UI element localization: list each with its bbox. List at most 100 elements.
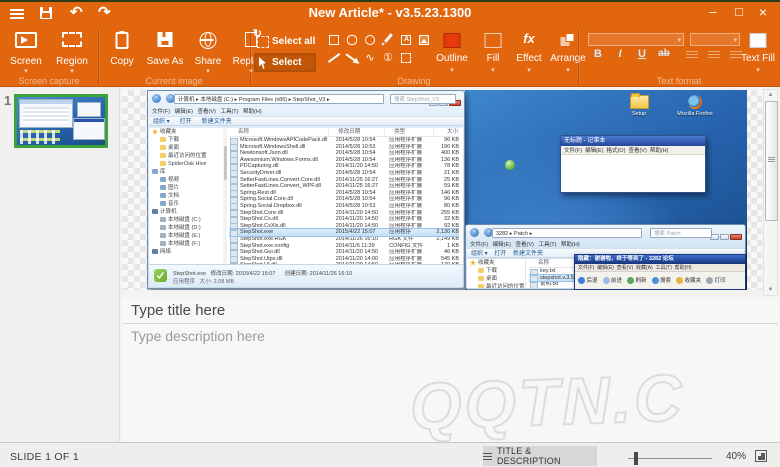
minimize-button[interactable]: – — [702, 4, 724, 19]
file-row[interactable]: StepShot.CsXls.dll2014/11/20 14:50应用程序扩展… — [229, 223, 459, 230]
description-field[interactable]: Type description here — [131, 328, 265, 344]
scroll-down-icon[interactable]: ▼ — [764, 287, 777, 293]
column-name[interactable]: 大小 — [434, 128, 459, 136]
breadcrumb[interactable]: 3282 ▸ Patch ▸ — [492, 228, 642, 238]
back-icon[interactable]: ‹ — [152, 94, 161, 103]
tree-item[interactable]: 本地磁盘 (C:) — [149, 216, 223, 224]
close-button[interactable]: × — [752, 4, 774, 20]
underline-button[interactable]: U — [634, 48, 650, 60]
file-row[interactable]: Microsoft.WindowsAPICodePack.dll2014/5/2… — [229, 137, 459, 144]
tree-item[interactable]: 收藏夹 — [467, 259, 525, 267]
tree-scrollbar[interactable] — [223, 128, 227, 265]
notepad-menu[interactable]: 文件(F) 编辑(E) 格式(O) 查看(V) 帮助(H) — [561, 146, 705, 155]
file-row[interactable]: StepShot.exe.config2014/11/6 11:39CONFIG… — [229, 243, 459, 250]
canvas-scrollbar[interactable]: ▲ ▼ — [763, 89, 778, 296]
forum-toolbar-button[interactable]: 打印 — [706, 276, 726, 284]
italic-button[interactable]: I — [612, 48, 628, 60]
forum-toolbar-button[interactable]: 后退 — [578, 276, 598, 284]
tree-item[interactable]: SpiderOak Hive — [149, 160, 223, 168]
tree-item[interactable]: 视频 — [149, 176, 223, 184]
scroll-up-icon[interactable]: ▲ — [764, 92, 777, 98]
bold-button[interactable]: B — [590, 48, 606, 60]
tree-item[interactable]: 最近访问的位置 — [467, 283, 525, 288]
file-row[interactable]: StepShot.exe2015/4/22 15:07应用程序2,130 KB — [229, 229, 459, 236]
slide-thumbnail[interactable] — [14, 94, 108, 148]
file-row[interactable]: SetterFastLines.Convert_WPF.dll2014/11/2… — [229, 183, 459, 190]
tree-item[interactable]: 网络 — [149, 248, 223, 256]
save-as-button[interactable]: Save As — [142, 29, 188, 77]
select-all-button[interactable]: Select all — [254, 32, 316, 51]
desktop-icon-folder[interactable]: Setup — [617, 95, 661, 117]
font-size-combobox[interactable]: ▾ — [690, 33, 740, 46]
column-name[interactable]: 名称 — [229, 128, 329, 136]
file-row[interactable]: StepShot.exe.RGK2014/11/26 16:10RGK 文件2,… — [229, 236, 459, 243]
tree-item[interactable]: 桌面 — [467, 275, 525, 283]
address-bar[interactable]: ‹ › 计算机 ▸ 本地磁盘 (C:) ▸ Program Files (x86… — [152, 94, 460, 105]
file-row[interactable]: PDCapturing.dll2014/11/20 14:50应用程序扩展78 … — [229, 163, 459, 170]
search-input[interactable]: 搜索 Patch — [650, 228, 712, 238]
shape-tool-button[interactable] — [362, 32, 378, 48]
file-row[interactable]: StepShot.Gui.dll2014/11/20 14:50应用程序扩展46… — [229, 249, 459, 256]
align-left-icon[interactable] — [686, 51, 698, 59]
menu-bar[interactable]: 文件(F) 编辑(E) 查看(V) 工具(T) 帮助(H) — [470, 240, 580, 248]
tree-item[interactable]: 本地磁盘 (F:) — [149, 240, 223, 248]
file-row[interactable]: Microsoft.WindowsShell.dll2014/5/28 10:5… — [229, 144, 459, 151]
fit-to-window-icon[interactable] — [755, 450, 767, 462]
notepad-window[interactable]: 无标题 - 记事本 文件(F) 编辑(E) 格式(O) 查看(V) 帮助(H) — [560, 135, 706, 193]
desktop-icon-firefox[interactable]: Mozilla Firefox — [673, 95, 717, 117]
tree-item[interactable]: 本地磁盘 (E:) — [149, 232, 223, 240]
strikethrough-button[interactable]: ab — [656, 48, 672, 59]
copy-button[interactable]: Copy — [102, 29, 142, 77]
forum-toolbar-button[interactable]: 搜索 — [652, 276, 672, 284]
search-input[interactable]: 搜索 StepShot_V3 — [390, 94, 456, 104]
font-family-combobox[interactable]: ▾ — [588, 33, 684, 46]
breadcrumb[interactable]: 计算机 ▸ 本地磁盘 (C:) ▸ Program Files (x86) ▸ … — [174, 94, 384, 104]
file-row[interactable]: Spring.Rest.dll2014/5/28 10:54应用程序扩展146 … — [229, 190, 459, 197]
maximize-button[interactable]: □ — [728, 4, 750, 19]
forum-toolbar-button[interactable]: 收藏夹 — [676, 276, 701, 284]
command-bar[interactable]: 组织 ▾ 打开 新建文件夹 — [149, 116, 463, 126]
zoom-slider-thumb[interactable] — [634, 452, 638, 465]
column-name[interactable]: 类型 — [385, 128, 433, 136]
tree-item[interactable]: 计算机 — [149, 208, 223, 216]
shape-tool-button[interactable] — [344, 32, 360, 48]
forum-toolbar-button[interactable]: 前进 — [603, 276, 623, 284]
forum-menu[interactable]: 文件(F) 编辑(E) 查看(V) 收藏(A) 工具(T) 帮助(H) — [575, 264, 745, 272]
shape-tool-button[interactable] — [326, 50, 342, 66]
tree-item[interactable]: 本地磁盘 (D:) — [149, 224, 223, 232]
captured-screenshot[interactable]: Setup Mozilla Firefox ‹ › 计算机 ▸ 本地磁盘 (C:… — [147, 90, 747, 290]
zoom-slider-track[interactable] — [628, 458, 712, 459]
shape-tool-button[interactable] — [344, 50, 360, 66]
explorer-window-stepshot[interactable]: ‹ › 计算机 ▸ 本地磁盘 (C:) ▸ Program Files (x86… — [147, 90, 465, 289]
shape-tool-button[interactable]: ∿ — [362, 50, 378, 66]
tree-item[interactable]: 收藏夹 — [149, 128, 223, 136]
forum-toolbar-button[interactable]: 刷新 — [627, 276, 647, 284]
title-field[interactable]: Type title here — [131, 302, 225, 319]
shape-tool-button[interactable] — [398, 50, 414, 66]
tree-item[interactable]: 音乐 — [149, 200, 223, 208]
file-row[interactable]: Spring.Social.Core.dll2014/5/28 10:54应用程… — [229, 196, 459, 203]
screen-button[interactable]: Screen ▾ — [4, 29, 48, 77]
title-description-toggle[interactable]: TITLE & DESCRIPTION — [483, 446, 597, 466]
share-button[interactable]: Share ▾ — [188, 29, 228, 77]
region-button[interactable]: Region ▾ — [50, 29, 94, 77]
forum-browser-window[interactable]: 隐藏：谢谢啦，终于等到了 - 3282 论坛 文件(F) 编辑(E) 查看(V)… — [574, 254, 746, 290]
scrollbar-thumb[interactable] — [765, 101, 778, 221]
tree-item[interactable]: 最近访问的位置 — [149, 152, 223, 160]
file-row[interactable]: SetterFastLines.Convert.Core.dll2014/11/… — [229, 177, 459, 184]
file-row[interactable]: StepShot.Utps.dll2014/11/20 14:00应用程序扩展5… — [229, 256, 459, 263]
tree-item[interactable]: 文档 — [149, 192, 223, 200]
tree-item[interactable]: 库 — [149, 168, 223, 176]
shape-tool-button[interactable] — [416, 32, 432, 48]
file-row[interactable]: StepShot.Core.dll2014/11/20 14:50应用程序扩展2… — [229, 210, 459, 217]
tree-item[interactable]: 下载 — [467, 267, 525, 275]
file-row[interactable]: Newtonsoft.Json.dll2014/5/28 10:54应用程序扩展… — [229, 150, 459, 157]
file-row[interactable]: StepShot.Cs.dll2014/11/20 14:50应用程序扩展32 … — [229, 216, 459, 223]
shape-tool-button[interactable] — [380, 32, 396, 48]
back-icon[interactable]: ‹ — [470, 228, 479, 237]
file-row[interactable]: Spring.Social.Dropbox.dll2014/5/28 10:53… — [229, 203, 459, 210]
tree-item[interactable]: 桌面 — [149, 144, 223, 152]
align-center-icon[interactable] — [708, 51, 720, 59]
file-row[interactable]: SecurityDriver.dll2014/5/28 10:54应用程序扩展2… — [229, 170, 459, 177]
column-name[interactable]: 修改日期 — [329, 128, 385, 136]
